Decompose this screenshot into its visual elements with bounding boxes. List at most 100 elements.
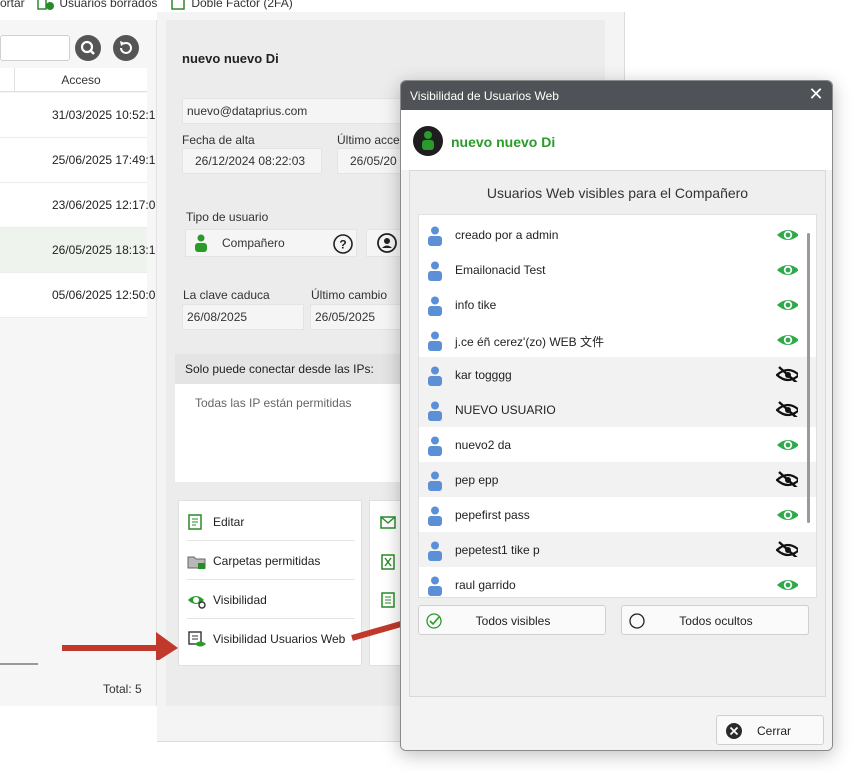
cell-acceso: 23/06/2025 12:17:0 [52,198,156,212]
list-item[interactable]: Emailonacid Test [419,252,816,287]
edit-action[interactable]: Editar [187,503,355,541]
eye-visible-icon[interactable] [776,226,798,242]
web-user-name: kar togggg [455,368,512,382]
svg-text:?: ? [339,238,346,252]
search-button[interactable] [75,35,101,61]
fecha-alta-label: Fecha de alta [182,133,255,147]
user-switch-icon [377,233,397,253]
web-users-visibility-action[interactable]: Visibilidad Usuarios Web [187,620,355,658]
delete-icon[interactable] [380,553,398,571]
two-factor-icon [171,0,185,10]
table-row[interactable]: 23/06/2025 12:17:0 [0,183,155,228]
list-item[interactable]: j.ce éñ cerez'(zo) WEB 文件 [419,322,816,357]
change-user-type-button[interactable] [366,229,402,257]
close-icon[interactable]: ✕ [806,84,826,106]
visibility-action[interactable]: Visibilidad [187,581,355,619]
web-user-icon [428,576,442,596]
web-users-visibility-icon [188,631,206,647]
horizontal-scrollbar[interactable] [0,663,38,665]
list-item[interactable]: kar togggg [419,357,816,392]
table-row[interactable]: 25/06/2025 17:49:1 [0,138,155,183]
web-user-icon [428,226,442,246]
tipo-usuario-select[interactable]: Compañero ? [185,229,357,257]
web-user-icon [428,506,442,526]
deleted-users-icon [37,0,54,10]
all-visible-button[interactable]: Todos visibles [418,605,606,635]
ultimo-cambio-field[interactable]: 26/05/2025 [310,304,402,330]
web-user-name: nuevo2 da [455,438,512,452]
dialog-content: Usuarios Web visibles para el Compañero … [409,170,826,697]
eye-hidden-icon[interactable] [776,541,798,557]
toolbar-item-partial[interactable]: ortar [0,0,25,10]
column-header-acceso[interactable]: Acceso [14,68,147,92]
eye-visible-icon[interactable] [776,576,798,592]
clave-caduca-field[interactable]: 26/08/2025 [182,304,304,330]
toolbar-2fa-label: Doble Factor (2FA) [191,0,293,10]
close-button[interactable]: Cerrar [716,715,824,745]
search-icon [80,40,95,55]
folder-lock-icon [187,556,206,569]
companion-user-icon [195,234,207,252]
cell-acceso: 26/05/2025 18:13:1 [52,243,156,257]
edit-icon [188,513,202,530]
ultimo-acceso-field[interactable]: 26/05/20 [337,148,402,174]
help-icon[interactable]: ? [332,233,354,255]
table-row[interactable]: 05/06/2025 12:50:0 [0,273,155,318]
refresh-button[interactable] [113,35,139,61]
grid-header: Acceso [0,68,147,92]
web-user-icon [428,261,442,281]
eye-hidden-icon[interactable] [776,471,798,487]
web-users-list: creado por a admin Emailonacid Test info t… [418,214,817,598]
web-user-name: pep epp [455,473,499,487]
table-row-selected[interactable]: 26/05/2025 18:13:1 [0,228,155,273]
web-user-name: pepefirst pass [455,508,530,522]
toolbar-deleted-users[interactable]: Usuarios borrados [36,0,157,11]
ip-restriction-list[interactable]: Todas las IP están permitidas [175,384,400,482]
edit-action-label: Editar [213,514,245,529]
web-user-icon [428,471,442,491]
eye-visible-icon[interactable] [776,296,798,312]
web-user-icon [428,541,442,561]
table-row[interactable]: 31/03/2025 10:52:1 [0,93,155,138]
email-field[interactable]: nuevo@dataprius.com [182,98,402,124]
allowed-folders-action[interactable]: Carpetas permitidas [187,542,355,580]
list-item[interactable]: pep epp [419,462,816,497]
toolbar-2fa[interactable]: Doble Factor (2FA) [170,0,293,11]
eye-visible-icon[interactable] [776,506,798,522]
eye-visible-icon[interactable] [776,261,798,277]
eye-hidden-icon[interactable] [776,366,798,382]
toolbar: ortar Usuarios borrados Doble Factor (2F… [0,0,625,12]
dialog-subtitle: Usuarios Web visibles para el Compañero [486,185,749,201]
dialog-header: nuevo nuevo Di [401,110,832,170]
list-item[interactable]: NUEVO USUARIO [419,392,816,427]
list-item[interactable]: creado por a admin [419,217,816,252]
ip-restriction-text: Todas las IP están permitidas [195,396,352,410]
list-item[interactable]: info tike [419,287,816,322]
fecha-alta-field[interactable]: 26/12/2024 08:22:03 [182,148,322,174]
web-user-name: j.ce éñ cerez'(zo) WEB 文件 [455,335,604,349]
eye-visible-icon[interactable] [776,436,798,452]
list-icon[interactable] [380,591,398,609]
annotation-arrow-left [62,632,178,660]
list-item[interactable]: pepetest1 tike p [419,532,816,567]
mail-icon[interactable] [380,515,398,531]
all-hidden-label: Todos ocultos [679,614,753,628]
eye-hidden-icon[interactable] [776,401,798,417]
search-input[interactable] [0,35,70,61]
dialog-title: Visibilidad de Usuarios Web [410,89,559,103]
companion-user-icon [422,131,434,150]
web-users-visibility-action-label: Visibilidad Usuarios Web [213,632,346,646]
ultimo-acceso-label: Último acces [337,133,406,147]
list-item[interactable]: pepefirst pass [419,497,816,532]
all-visible-label: Todos visibles [475,614,551,628]
cell-acceso: 05/06/2025 12:50:0 [52,288,156,302]
avatar [413,126,443,156]
cell-acceso: 31/03/2025 10:52:1 [52,108,156,122]
ip-restriction-header: Solo puede conectar desde las IPs: [175,354,400,384]
all-hidden-button[interactable]: Todos ocultos [621,605,809,635]
eye-visible-icon[interactable] [776,331,798,347]
list-item[interactable]: nuevo2 da [419,427,816,462]
close-circle-icon [726,723,742,739]
list-item[interactable]: raul garrido [419,567,816,597]
list-scrollbar[interactable] [807,233,810,523]
